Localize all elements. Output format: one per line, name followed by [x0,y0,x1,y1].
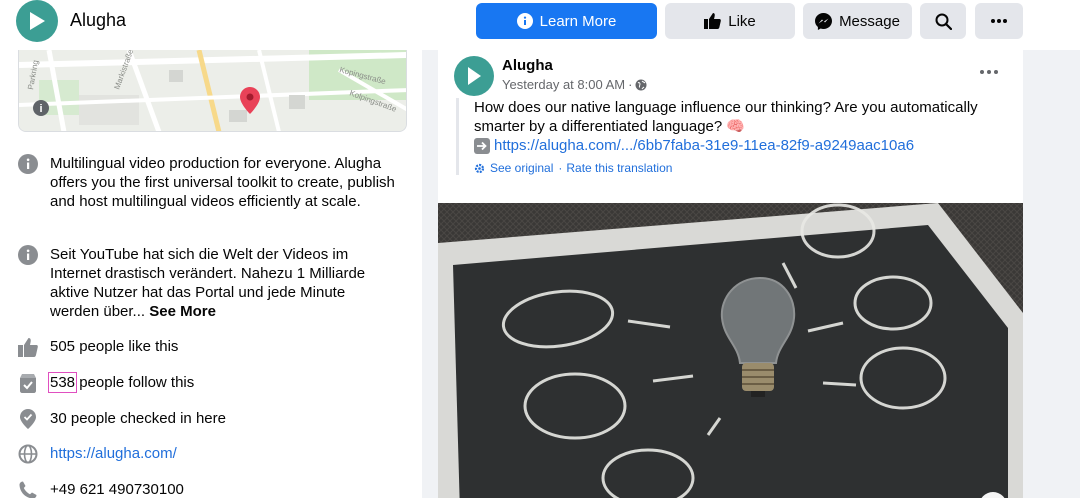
post-link[interactable]: https://alugha.com/.../6bb7faba-31e9-11e… [494,136,914,155]
message-label: Message [839,12,900,30]
more-horizontal-icon [980,70,998,74]
post-text: How does our native language influence o… [474,99,978,135]
info-icon [18,245,38,265]
see-original-link[interactable]: See original [490,161,553,175]
public-globe-icon [635,79,647,90]
thumbs-up-icon [18,337,38,357]
translate-separator: · [558,161,563,175]
description-row: Multilingual video production for everyo… [18,154,395,211]
info-icon [18,154,38,174]
location-map[interactable]: Parkring Markistraße Kopingstraße Kolpin… [18,50,407,132]
rate-translation-link[interactable]: Rate this translation [566,161,672,175]
page-description: Multilingual video production for everyo… [50,155,395,210]
translation-bar: See original · Rate this translation [474,161,1016,175]
phone-row: +49 621 490730100 [18,480,184,498]
more-horizontal-icon [991,19,1007,23]
checkin-pin-icon [18,409,38,429]
alugha-logo[interactable] [16,0,58,42]
post-image[interactable] [438,203,1023,498]
phone-number[interactable]: +49 621 490730100 [50,480,184,498]
post-link-row: https://alugha.com/.../6bb7faba-31e9-11e… [474,136,1016,155]
post-author-name[interactable]: Alugha [502,57,553,74]
like-label: Like [728,12,756,30]
story-row: Seit YouTube hat sich die Welt der Video… [18,245,395,321]
arrow-right-icon [474,137,490,154]
thumbs-up-icon [704,13,722,29]
follow-icon [18,373,38,393]
messenger-icon [815,12,833,30]
website-link[interactable]: https://alugha.com/ [50,444,177,463]
followers-label: people follow this [75,374,195,391]
see-more-link[interactable]: See More [149,303,216,320]
post-options-button[interactable] [977,60,1001,84]
followers-row: 538 people follow this [18,372,195,393]
svg-text:i: i [39,103,42,115]
post-timestamp[interactable]: Yesterday at 8:00 AM [502,77,625,92]
page-about-card: Parkring Markistraße Kopingstraße Kolpin… [0,50,422,498]
search-icon [935,13,952,30]
message-button[interactable]: Message [803,3,912,39]
page-header: Alugha Learn More Like Message [0,0,1080,50]
meta-separator: · [628,77,633,92]
followers-count: 538 [47,372,78,393]
globe-icon [18,444,38,464]
gear-icon [474,163,485,173]
learn-more-button[interactable]: Learn More [476,3,657,39]
likes-row: 505 people like this [18,337,178,357]
website-row: https://alugha.com/ [18,444,177,464]
feed-post: Alugha Yesterday at 8:00 AM · How does o… [438,50,1023,498]
page-name[interactable]: Alugha [70,10,126,31]
more-options-button[interactable] [975,3,1023,39]
post-author-avatar[interactable] [454,56,494,96]
checkins-count: 30 people checked in here [50,410,226,427]
learn-more-label: Learn More [539,12,617,30]
post-body: How does our native language influence o… [456,98,1016,175]
like-button[interactable]: Like [665,3,795,39]
phone-icon [18,480,38,498]
search-button[interactable] [920,3,966,39]
post-meta: Yesterday at 8:00 AM · [502,77,647,92]
likes-count: 505 people like this [50,338,179,355]
info-icon [516,13,533,29]
checkins-row: 30 people checked in here [18,409,226,429]
